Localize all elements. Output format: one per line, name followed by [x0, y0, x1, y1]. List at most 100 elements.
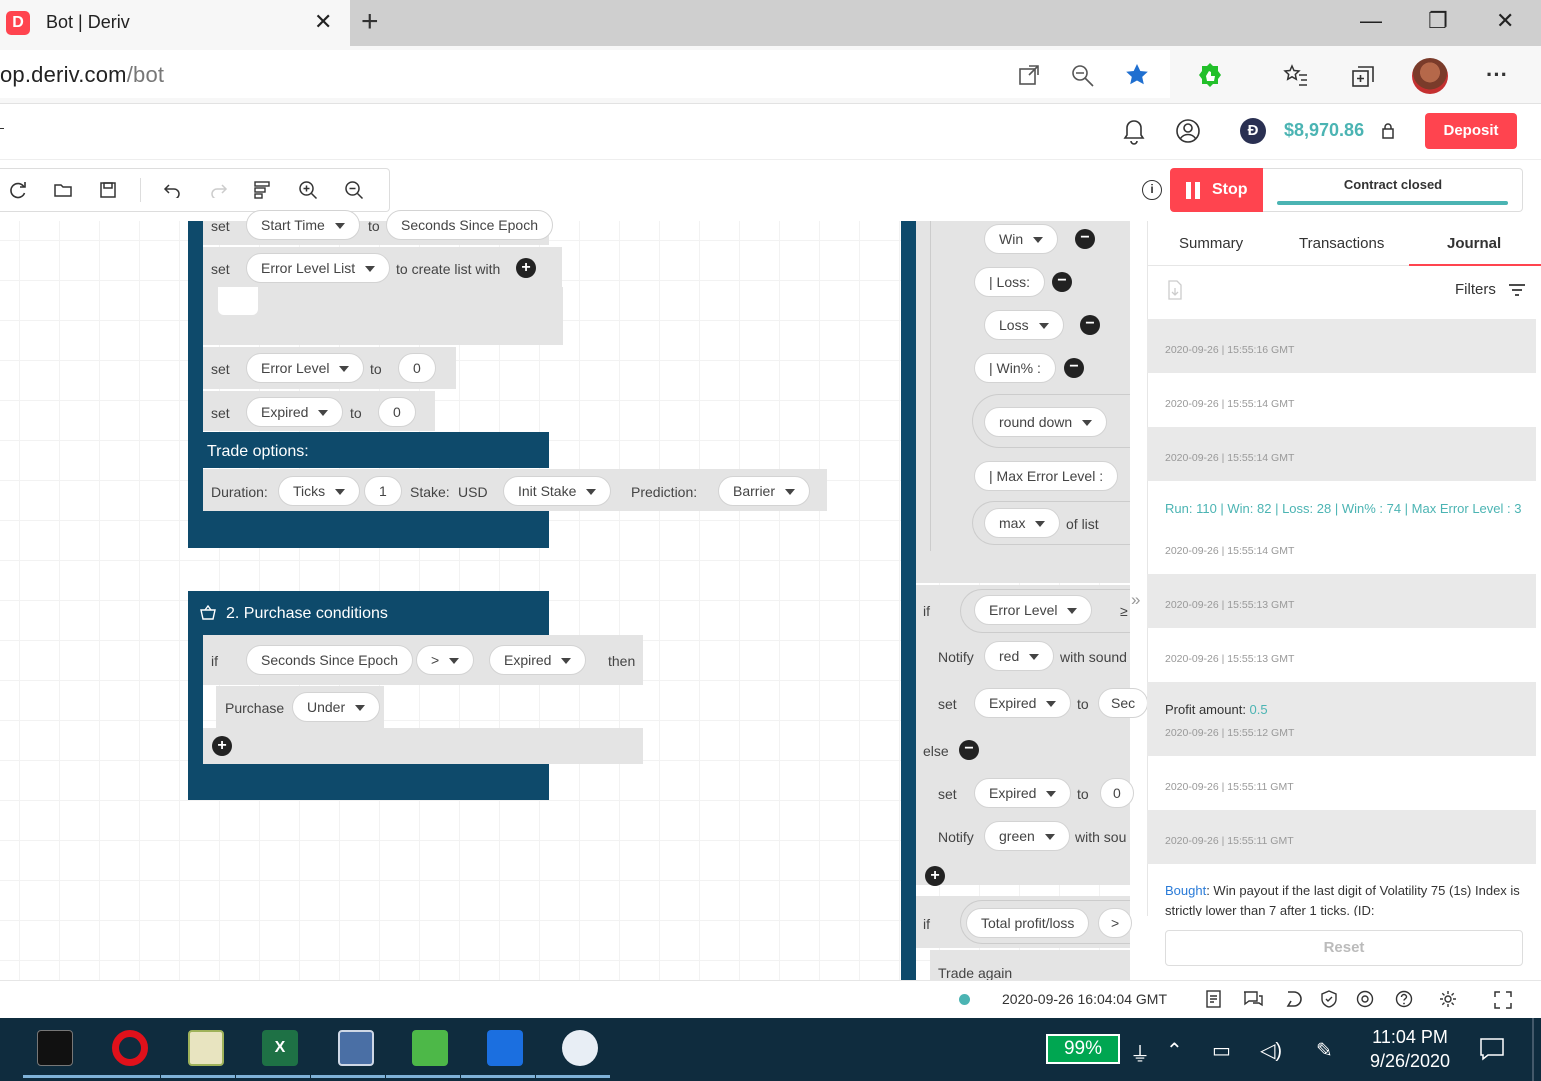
taskbar-active-indicator — [86, 1075, 160, 1078]
open-external-icon[interactable] — [1018, 64, 1040, 86]
gte-operator[interactable]: ≥ — [1120, 603, 1128, 619]
win-dropdown[interactable]: Win — [984, 224, 1059, 254]
restore-icon[interactable]: ❐ — [1428, 8, 1448, 34]
battery-tray-icon[interactable]: ▭ — [1212, 1038, 1231, 1063]
window-close-icon[interactable]: ✕ — [1496, 8, 1514, 34]
regulatory-icon[interactable] — [1356, 990, 1374, 1008]
battery-percent[interactable]: 99% — [1046, 1034, 1120, 1064]
loss-dropdown[interactable]: Loss — [984, 310, 1064, 340]
expired-dropdown-right[interactable]: Expired — [974, 688, 1072, 718]
notification-bell-icon[interactable] — [1122, 118, 1146, 146]
volume-icon[interactable]: ◁) — [1260, 1038, 1282, 1063]
undo-icon[interactable] — [163, 182, 181, 198]
opera-app-icon[interactable] — [112, 1030, 148, 1066]
error-level-operand-dropdown[interactable]: Error Level — [974, 595, 1093, 625]
comparison-operator-dropdown[interactable]: > — [416, 645, 475, 675]
calculator-app-icon[interactable] — [338, 1030, 374, 1066]
expired-value-truncated[interactable]: 0 — [1100, 778, 1134, 808]
start-time-dropdown[interactable]: Start Time — [246, 210, 360, 240]
excel-app-icon[interactable]: X — [262, 1030, 298, 1066]
download-log-icon[interactable] — [1167, 280, 1183, 300]
account-icon[interactable] — [1175, 118, 1201, 144]
remove-item-minus-icon[interactable]: − — [1064, 358, 1084, 378]
error-level-value-input[interactable]: 0 — [398, 353, 436, 383]
help-icon[interactable] — [1395, 990, 1413, 1008]
sort-blocks-icon[interactable] — [253, 180, 271, 200]
chart-app-icon[interactable] — [487, 1030, 523, 1066]
error-level-list-dropdown[interactable]: Error Level List — [246, 253, 391, 283]
minimize-icon[interactable]: — — [1360, 8, 1382, 34]
open-folder-icon[interactable] — [53, 181, 73, 199]
remove-item-minus-icon[interactable]: − — [1075, 229, 1095, 249]
tab-summary[interactable]: Summary — [1179, 235, 1243, 252]
expired-dropdown[interactable]: Expired — [246, 397, 344, 427]
show-hidden-icons-icon[interactable]: ⌃ — [1166, 1038, 1183, 1063]
add-else-plus-icon[interactable]: + — [212, 736, 232, 756]
reset-workspace-icon[interactable] — [8, 180, 28, 200]
remove-else-minus-icon[interactable]: − — [959, 740, 979, 760]
stake-variable-dropdown[interactable]: Init Stake — [503, 476, 612, 506]
cmd-app-icon[interactable] — [37, 1030, 73, 1066]
math-op-dropdown[interactable]: max — [984, 508, 1061, 538]
collections-icon[interactable] — [1350, 63, 1376, 89]
remove-item-minus-icon[interactable]: − — [1052, 272, 1072, 292]
pen-icon[interactable]: ✎ — [1316, 1038, 1333, 1063]
fullscreen-icon[interactable] — [1494, 991, 1512, 1009]
info-icon[interactable]: i — [1142, 180, 1162, 200]
comparison-operator-right[interactable]: > — [1098, 908, 1133, 938]
zoom-in-icon[interactable] — [298, 180, 318, 200]
add-branch-plus-icon[interactable]: + — [925, 866, 945, 886]
tab-transactions[interactable]: Transactions — [1299, 235, 1384, 252]
more-menu-icon[interactable]: ··· — [1486, 62, 1508, 88]
paint-app-icon[interactable] — [562, 1030, 598, 1066]
notify-color-dropdown[interactable]: red — [984, 641, 1055, 671]
notifications-icon[interactable] — [1479, 1037, 1505, 1061]
duration-unit-dropdown[interactable]: Ticks — [278, 476, 361, 506]
expired-operand-dropdown[interactable]: Expired — [489, 645, 587, 675]
favorite-star-icon[interactable] — [1124, 62, 1150, 88]
extension-icon[interactable] — [1196, 61, 1224, 89]
add-item-plus-icon[interactable]: + — [516, 258, 536, 278]
taskbar-clock[interactable]: 11:04 PM 9/26/2020 — [1360, 1025, 1460, 1073]
settings-gear-icon[interactable] — [1439, 990, 1457, 1008]
winpct-text-input[interactable]: | Win% : — [974, 353, 1056, 383]
tab-close-icon[interactable]: ✕ — [314, 9, 332, 35]
purchase-type-dropdown[interactable]: Under — [292, 692, 381, 722]
notify-color-dropdown-green[interactable]: green — [984, 821, 1070, 851]
chat-icon[interactable] — [1243, 990, 1263, 1008]
max-error-text-input[interactable]: | Max Error Level : — [974, 461, 1119, 491]
favorites-icon[interactable] — [1283, 63, 1309, 89]
reset-button[interactable]: Reset — [1165, 930, 1523, 966]
report-icon[interactable] — [1205, 990, 1223, 1008]
profile-avatar[interactable] — [1412, 58, 1448, 94]
tab-journal[interactable]: Journal — [1447, 235, 1501, 252]
account-balance[interactable]: $8,970.86 — [1284, 120, 1364, 141]
filters-button[interactable]: Filters — [1455, 281, 1496, 298]
prediction-dropdown[interactable]: Barrier — [718, 476, 811, 506]
expired-dropdown-else[interactable]: Expired — [974, 778, 1072, 808]
trading-app-icon[interactable] — [412, 1030, 448, 1066]
filter-icon[interactable] — [1508, 283, 1526, 297]
stop-bot-button[interactable]: Stop — [1170, 168, 1263, 212]
bought-link[interactable]: Bought — [1165, 883, 1206, 898]
collapse-panel-icon[interactable]: » — [1131, 590, 1140, 610]
show-desktop-button[interactable] — [1532, 1018, 1534, 1081]
remove-item-minus-icon[interactable]: − — [1080, 315, 1100, 335]
duration-value-text: 1 — [379, 483, 387, 499]
save-icon[interactable] — [99, 181, 117, 199]
redo-icon[interactable] — [210, 182, 228, 198]
expired-value-input[interactable]: 0 — [378, 397, 416, 427]
responsible-trading-icon[interactable] — [1321, 990, 1337, 1008]
notepad-app-icon[interactable] — [188, 1030, 224, 1066]
round-mode-dropdown[interactable]: round down — [984, 407, 1108, 437]
deriv-logo-icon[interactable] — [1284, 990, 1302, 1008]
duration-value-input[interactable]: 1 — [364, 476, 402, 506]
error-level-dropdown[interactable]: Error Level — [246, 353, 365, 383]
init-stake-text: Init Stake — [518, 483, 577, 499]
url-input[interactable] — [0, 50, 1170, 98]
deposit-button[interactable]: Deposit — [1425, 113, 1517, 149]
zoom-icon[interactable] — [1070, 63, 1096, 89]
zoom-out-icon[interactable] — [344, 180, 364, 200]
new-tab-icon[interactable]: + — [361, 5, 379, 39]
loss-text-input[interactable]: | Loss: — [974, 267, 1045, 297]
